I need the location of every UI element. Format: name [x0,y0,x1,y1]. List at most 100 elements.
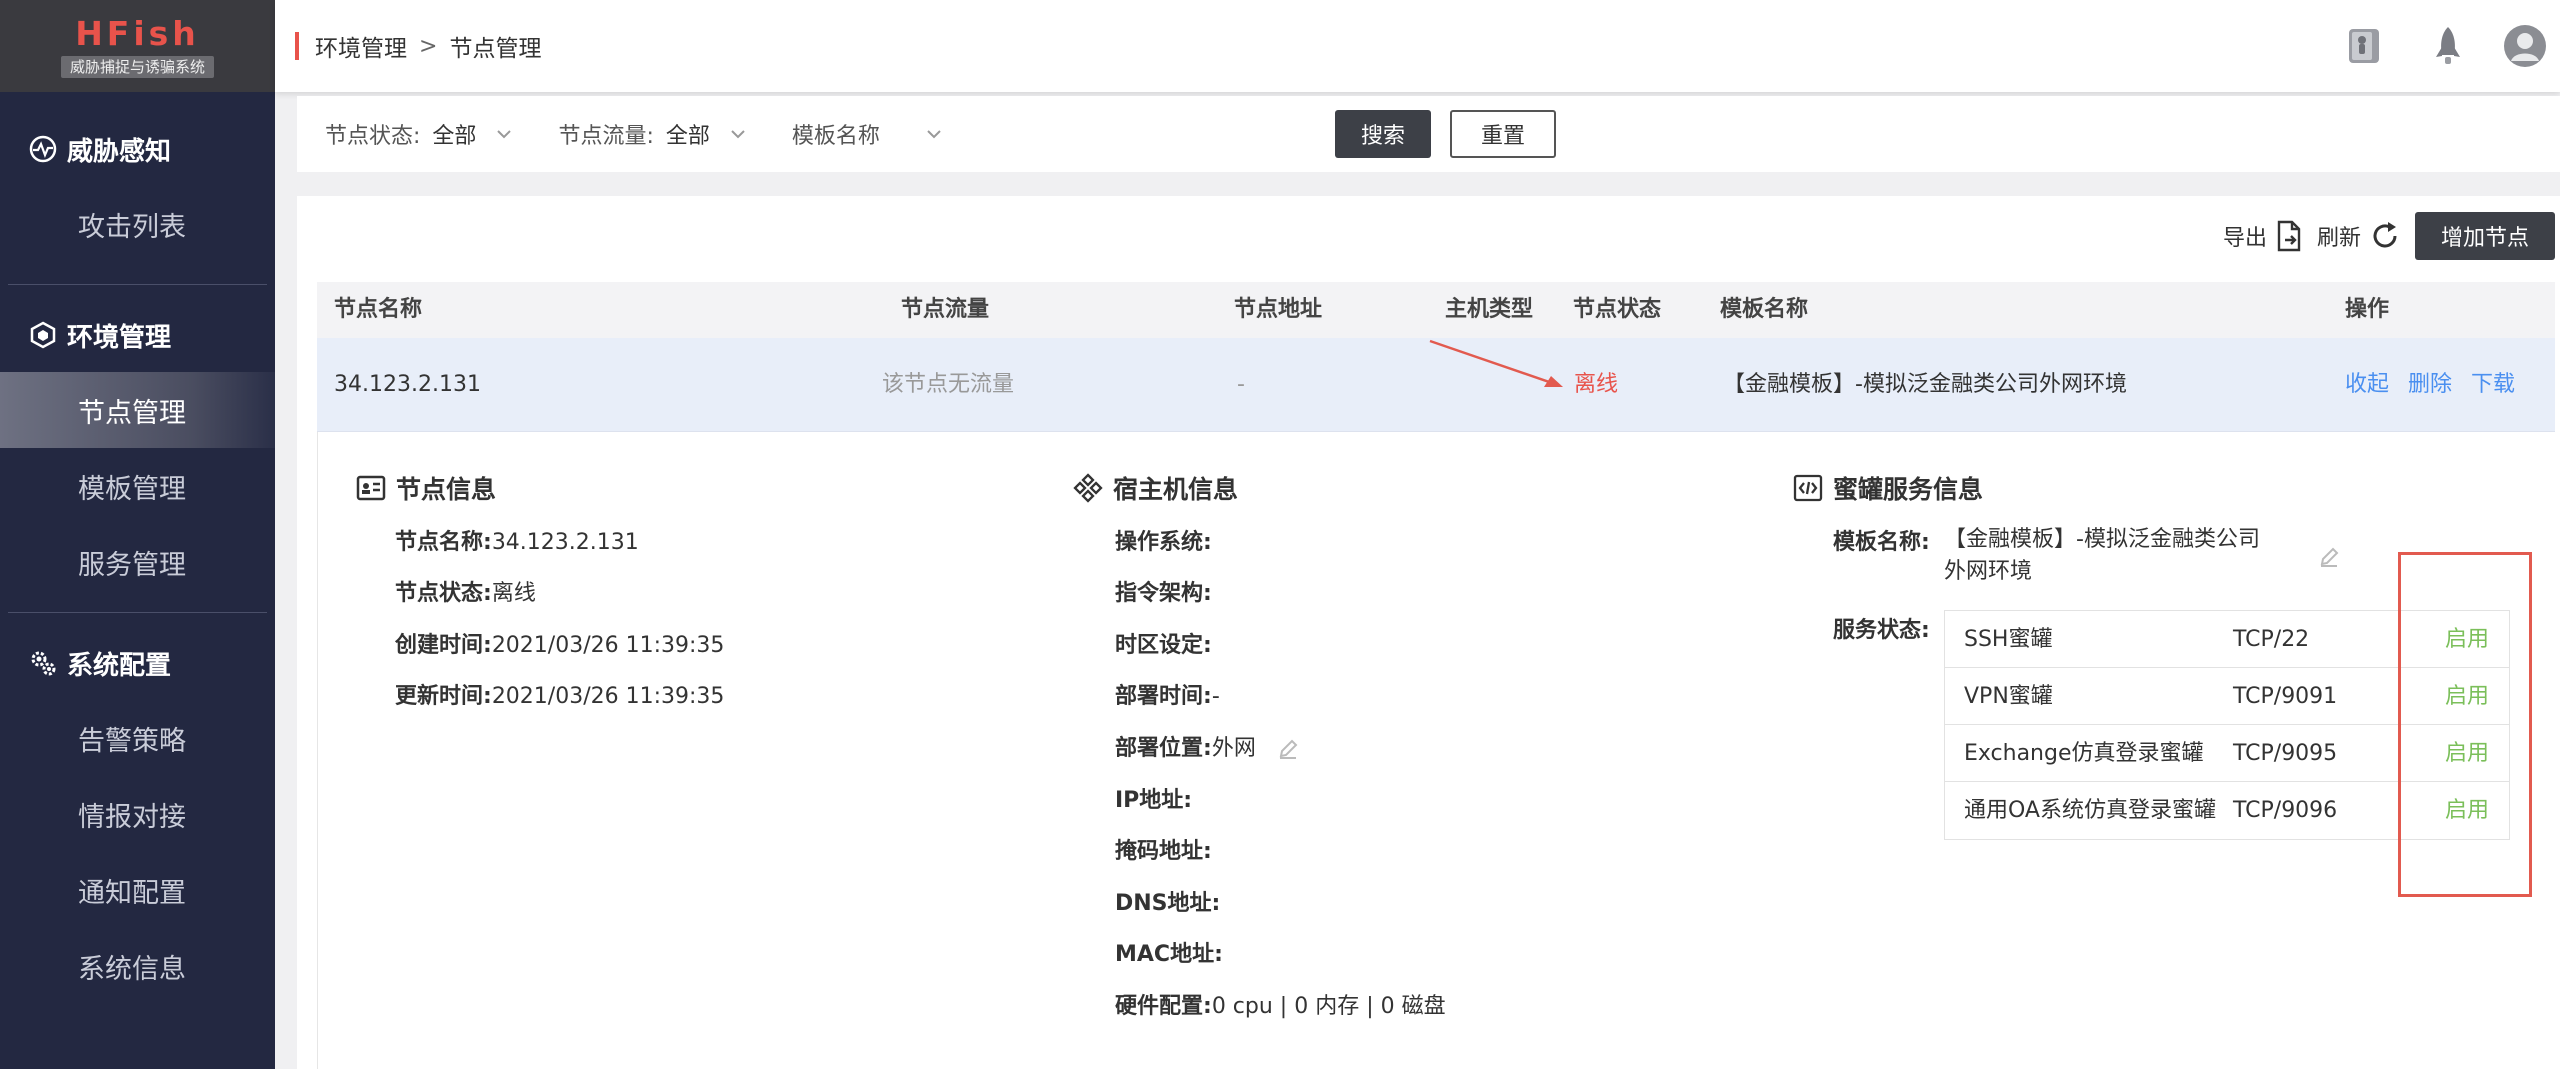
host-deploy-location: 部署位置:外网 [1115,730,1299,762]
service-name: Exchange仿真登录蜜罐 [1964,741,2204,766]
service-name: 通用OA系统仿真登录蜜罐 [1964,798,2216,823]
export-button[interactable]: 导出 [2223,220,2303,252]
cell-node-name: 34.123.2.131 [334,372,481,397]
sidebar-item-system-info[interactable]: 系统信息 [0,928,275,1004]
filter-bar: 节点状态: 全部 节点流量: 全部 模板名称 搜索 重置 [297,96,2560,172]
col-node-traffic[interactable]: 节点流量 [901,282,989,338]
field-label: 掩码地址: [1115,839,1212,864]
field-value: 2021/03/26 11:39:35 [491,684,725,709]
node-detail-panel: 节点信息 节点名称:34.123.2.131 节点状态:离线 创建时间:2021… [317,432,2555,1069]
sidebar-item-alert-policy[interactable]: 告警策略 [0,700,275,776]
rocket-icon[interactable] [2406,0,2490,92]
edit-pencil-icon[interactable] [1277,738,1299,760]
field-label: 部署位置: [1115,736,1212,761]
col-host-type[interactable]: 主机类型 [1445,282,1533,338]
field-value: 离线 [491,581,536,606]
add-node-button[interactable]: 增加节点 [2415,212,2555,260]
sidebar-divider [8,284,267,285]
sidebar-item-label: 系统信息 [78,953,186,985]
field-label: 指令架构: [1115,581,1212,606]
sidebar-item-label: 情报对接 [78,801,186,833]
node-info-created: 创建时间:2021/03/26 11:39:35 [395,627,724,659]
host-dns: DNS地址: [1115,885,1220,917]
sidebar-item-label: 服务管理 [78,549,186,581]
host-arch: 指令架构: [1115,575,1212,607]
book-icon[interactable] [2322,0,2406,92]
service-port: TCP/9095 [2233,741,2338,766]
menu-group-system-config[interactable]: 系统配置 [0,626,275,700]
field-label: 部署时间: [1115,684,1212,709]
table-header: 节点名称 节点流量 节点地址 主机类型 节点状态 模板名称 操作 [317,282,2555,338]
cell-template-name: 【金融模板】-模拟泛金融类公司外网环境 [1723,372,2127,397]
sidebar-item-service-management[interactable]: 服务管理 [0,524,275,600]
chevron-down-icon [731,130,745,139]
annotation-arrow [1429,339,1563,387]
collapse-link[interactable]: 收起 [2345,338,2389,432]
download-link[interactable]: 下载 [2471,338,2515,432]
filter-value: 全部 [432,124,477,149]
col-template-name[interactable]: 模板名称 [1720,282,1808,338]
cube-icon [27,319,59,351]
sidebar-item-template-management[interactable]: 模板管理 [0,448,275,524]
sidebar-item-node-management[interactable]: 节点管理 [0,372,275,448]
service-port: TCP/22 [2233,627,2310,652]
sidebar-item-label: 节点管理 [78,397,186,429]
honeypot-template-label: 模板名称: [1833,524,1930,556]
sidebar-item-notification-config[interactable]: 通知配置 [0,852,275,928]
breadcrumb-item-env[interactable]: 环境管理 [315,29,407,63]
node-info-updated: 更新时间:2021/03/26 11:39:35 [395,678,724,710]
template-value-line: 【金融模板】-模拟泛金融类公司 [1944,527,2260,552]
col-node-address[interactable]: 节点地址 [1234,282,1322,338]
service-name: SSH蜜罐 [1964,627,2053,652]
field-label: 模板名称: [1833,530,1930,555]
refresh-icon [2373,222,2397,248]
sidebar-item-label: 通知配置 [78,877,186,909]
honeypot-info-title: 蜜罐服务信息 [1793,470,1983,506]
top-header: 环境管理 > 节点管理 [275,0,2560,92]
host-os: 操作系统: [1115,524,1212,556]
sidebar-item-intel-integration[interactable]: 情报对接 [0,776,275,852]
node-traffic-filter[interactable]: 节点流量: 全部 [558,118,747,150]
reset-button[interactable]: 重置 [1450,110,1556,158]
table-toolbar: 导出 刷新 增加节点 [2223,212,2555,260]
field-label: 硬件配置: [1115,994,1212,1019]
menu-group-env-management[interactable]: 环境管理 [0,298,275,372]
host-hardware: 硬件配置:0 cpu | 0 内存 | 0 磁盘 [1115,988,1446,1020]
menu-group-label: 环境管理 [67,322,172,353]
section-title-text: 蜜罐服务信息 [1833,475,1984,504]
col-node-name[interactable]: 节点名称 [334,282,422,338]
host-info-title: 宿主机信息 [1073,470,1238,506]
field-value: 34.123.2.131 [491,530,639,555]
template-name-select[interactable]: 模板名称 [792,118,944,150]
chevron-down-icon [927,130,941,139]
cell-node-traffic: 该节点无流量 [882,372,1015,397]
host-mac: MAC地址: [1115,936,1223,968]
logo[interactable]: HFish 威胁捕捉与诱骗系统 [0,0,275,92]
field-label: 时区设定: [1115,633,1212,658]
menu-group-threat-awareness[interactable]: 威胁感知 [0,112,275,186]
field-label: 创建时间: [395,633,492,658]
edit-pencil-icon[interactable] [2318,546,2340,568]
col-node-status[interactable]: 节点状态 [1573,282,1661,338]
service-port: TCP/9091 [2233,684,2338,709]
refresh-label: 刷新 [2316,226,2361,251]
select-placeholder: 模板名称 [791,124,880,149]
field-label: 更新时间: [395,684,492,709]
section-title-text: 宿主机信息 [1113,475,1239,504]
breadcrumb-separator: > [419,33,438,59]
host-netmask: 掩码地址: [1115,833,1212,865]
delete-link[interactable]: 删除 [2408,338,2452,432]
host-timezone: 时区设定: [1115,627,1212,659]
node-status-filter[interactable]: 节点状态: 全部 [325,118,514,150]
host-ip: IP地址: [1115,782,1192,814]
search-button[interactable]: 搜索 [1335,110,1431,158]
sidebar-item-label: 告警策略 [78,725,186,757]
section-title-text: 节点信息 [396,475,497,504]
sidebar-item-attack-list[interactable]: 攻击列表 [0,186,275,262]
breadcrumb-accent [295,32,299,60]
user-avatar-icon[interactable] [2490,0,2560,92]
field-value: 0 cpu | 0 内存 | 0 磁盘 [1211,994,1446,1019]
table-row[interactable]: 34.123.2.131 该节点无流量 - 离线 【金融模板】-模拟泛金融类公司… [317,338,2555,432]
refresh-button[interactable]: 刷新 [2317,220,2401,252]
node-list-card: 导出 刷新 增加节点 节点名称 节点流量 节点地址 主机类型 节点状态 模板名称… [297,196,2560,1069]
